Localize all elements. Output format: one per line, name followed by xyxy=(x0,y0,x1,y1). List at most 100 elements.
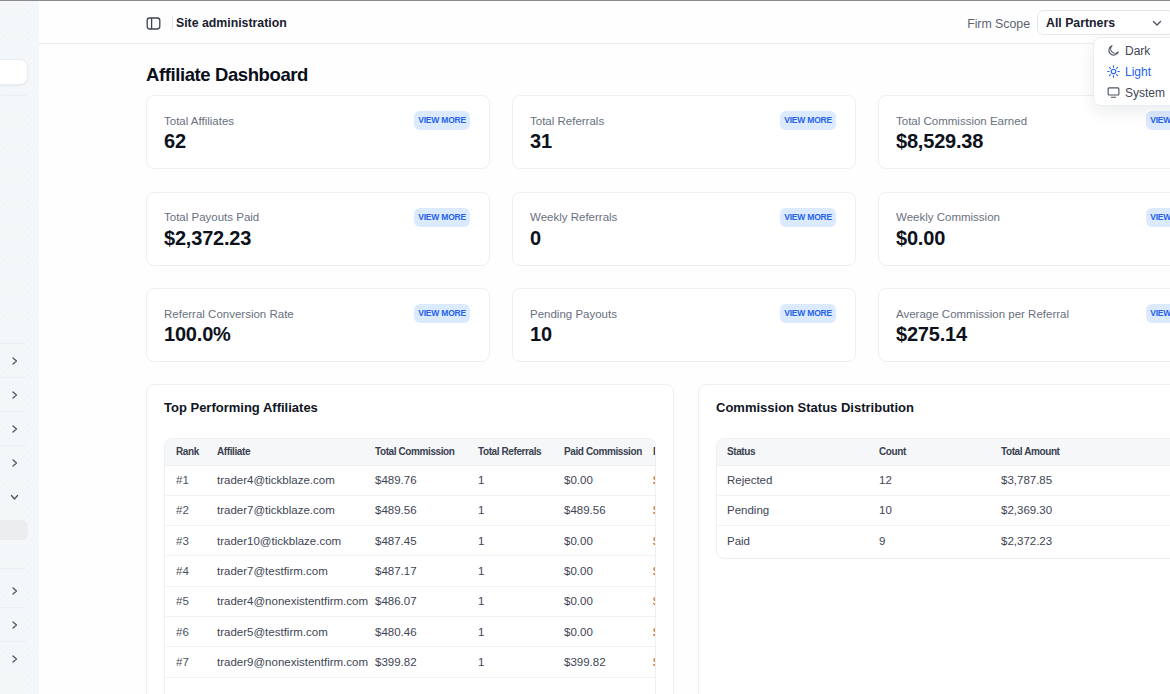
stat-value: $0.00 xyxy=(896,228,1170,249)
sidebar-item-3[interactable] xyxy=(0,418,39,440)
view-more-button[interactable]: VIEW MORE xyxy=(1146,111,1170,130)
table-cell: trader4@nonexistentfirm.com xyxy=(206,586,364,616)
theme-menu-label: Dark xyxy=(1125,44,1150,58)
sidebar-item-2[interactable] xyxy=(0,384,39,406)
chevron-right-icon xyxy=(10,620,19,629)
table-cell: $487.45 xyxy=(642,526,656,556)
sidebar-divider xyxy=(0,411,26,412)
table-cell: $0.00 xyxy=(553,526,642,556)
table-cell: $487.17 xyxy=(642,556,656,586)
stat-label: Referral Conversion Rate xyxy=(164,308,294,320)
stat-value: 62 xyxy=(164,131,470,152)
stat-value: $2,372.23 xyxy=(164,228,470,249)
stat-label: Weekly Commission xyxy=(896,211,1000,223)
table-cell: $487.17 xyxy=(364,556,467,586)
table-cell: #2 xyxy=(165,495,206,525)
sidebar-toggle-button[interactable] xyxy=(144,14,162,32)
stat-card-total-commission-earned: Total Commission EarnedVIEW MORE $8,529.… xyxy=(878,95,1170,169)
top-affiliates-card: Top Performing Affiliates RankAffiliateT… xyxy=(146,384,674,694)
sidebar-item-8[interactable] xyxy=(0,648,39,670)
table-cell: $399.82 xyxy=(553,647,642,677)
table-row: #6trader5@testfirm.com$480.461$0.00$480.… xyxy=(165,616,656,646)
status-distribution-table: StatusCountTotal AmountRejected12$3,787.… xyxy=(716,438,1170,559)
table-cell: trader9@nonexistentfirm.com xyxy=(206,647,364,677)
status-distribution-title: Commission Status Distribution xyxy=(716,400,1170,415)
table-cell: #6 xyxy=(165,616,206,646)
table-cell: $3,787.85 xyxy=(991,465,1170,495)
table-cell xyxy=(165,677,206,694)
table-cell xyxy=(553,677,642,694)
table-cell: $2,369.30 xyxy=(991,495,1170,525)
column-header: Total Commission xyxy=(364,439,467,465)
stat-card-total-affiliates: Total Affiliates VIEW MORE 62 xyxy=(146,95,490,169)
theme-menu-item-dark[interactable]: Dark xyxy=(1094,40,1170,61)
stat-value: 100.0% xyxy=(164,324,470,345)
view-more-button[interactable]: VIEW MORE xyxy=(1146,304,1170,323)
stat-label: Average Commission per Referral xyxy=(896,308,1069,320)
chevron-down-icon xyxy=(10,492,19,501)
table-cell: $480.46 xyxy=(642,616,656,646)
view-more-button[interactable]: VIEW MORE xyxy=(414,111,470,130)
table-cell: trader5@testfirm.com xyxy=(206,616,364,646)
theme-menu-label: System xyxy=(1125,86,1165,100)
table-cell: 1 xyxy=(467,465,553,495)
sidebar-logo-card[interactable] xyxy=(0,59,28,85)
table-cell: $0.00 xyxy=(553,586,642,616)
sidebar-item-5-expanded[interactable] xyxy=(0,486,39,508)
table-row: #1trader4@tickblaze.com$489.761$0.00$489… xyxy=(165,465,656,495)
stat-value: $275.14 xyxy=(896,324,1170,345)
firm-scope-select[interactable]: All Partners xyxy=(1037,10,1170,35)
stat-label: Total Payouts Paid xyxy=(164,211,259,223)
column-header: Rank xyxy=(165,439,206,465)
chevron-right-icon xyxy=(10,654,19,663)
sidebar-divider xyxy=(0,607,26,608)
view-more-button[interactable]: VIEW MORE xyxy=(414,208,470,227)
theme-menu-item-system[interactable]: System xyxy=(1094,82,1170,103)
firm-scope-label: Firm Scope xyxy=(967,17,1030,31)
table-cell: $0.00 xyxy=(553,465,642,495)
table-row xyxy=(165,677,656,694)
column-header: Status xyxy=(717,439,869,465)
table-cell: $480.46 xyxy=(364,616,467,646)
stat-value: 0 xyxy=(530,228,836,249)
tables-grid: Top Performing Affiliates RankAffiliateT… xyxy=(146,384,1170,694)
view-more-button[interactable]: VIEW MORE xyxy=(414,304,470,323)
view-more-button[interactable]: VIEW MORE xyxy=(780,208,836,227)
table-row: Paid9$2,372.23 xyxy=(717,526,1170,556)
sidebar-item-4[interactable] xyxy=(0,452,39,474)
stats-grid: Total AffiliatesVIEW MORE 62 Total Refer… xyxy=(146,95,1170,362)
table-cell: Rejected xyxy=(717,465,869,495)
stat-value: 10 xyxy=(530,324,836,345)
sidebar-item-6[interactable] xyxy=(0,580,39,602)
table-row: #7trader9@nonexistentfirm.com$399.821$39… xyxy=(165,647,656,677)
table-cell: 9 xyxy=(869,526,991,556)
theme-menu-item-light[interactable]: Light xyxy=(1094,61,1170,82)
table-cell: $487.45 xyxy=(364,526,467,556)
stat-label: Pending Payouts xyxy=(530,308,617,320)
table-cell: 12 xyxy=(869,465,991,495)
sidebar-item-7[interactable] xyxy=(0,614,39,636)
sidebar-divider xyxy=(0,568,26,569)
table-cell xyxy=(364,677,467,694)
sidebar-active-item[interactable] xyxy=(0,520,28,540)
column-header: Affiliate xyxy=(206,439,364,465)
column-header: Pending Commission xyxy=(642,439,656,465)
table-cell: $0.00 xyxy=(642,495,656,525)
view-more-button[interactable]: VIEW MORE xyxy=(1146,208,1170,227)
table-cell: 1 xyxy=(467,526,553,556)
table-cell: $2,372.23 xyxy=(991,526,1170,556)
stat-label: Total Affiliates xyxy=(164,115,234,127)
status-distribution-card: Commission Status Distribution StatusCou… xyxy=(698,384,1170,694)
table-cell xyxy=(642,677,656,694)
sun-icon xyxy=(1107,65,1120,78)
topbar-divider xyxy=(172,16,173,29)
main-content: Affiliate Dashboard Total AffiliatesVIEW… xyxy=(39,44,1170,694)
sidebar-item-1[interactable] xyxy=(0,350,39,372)
column-header: Count xyxy=(869,439,991,465)
view-more-button[interactable]: VIEW MORE xyxy=(780,304,836,323)
sidebar-divider xyxy=(0,95,26,96)
column-header: Total Referrals xyxy=(467,439,553,465)
site-administration-title: Site administration xyxy=(176,16,287,30)
table-cell: #7 xyxy=(165,647,206,677)
view-more-button[interactable]: VIEW MORE xyxy=(780,111,836,130)
